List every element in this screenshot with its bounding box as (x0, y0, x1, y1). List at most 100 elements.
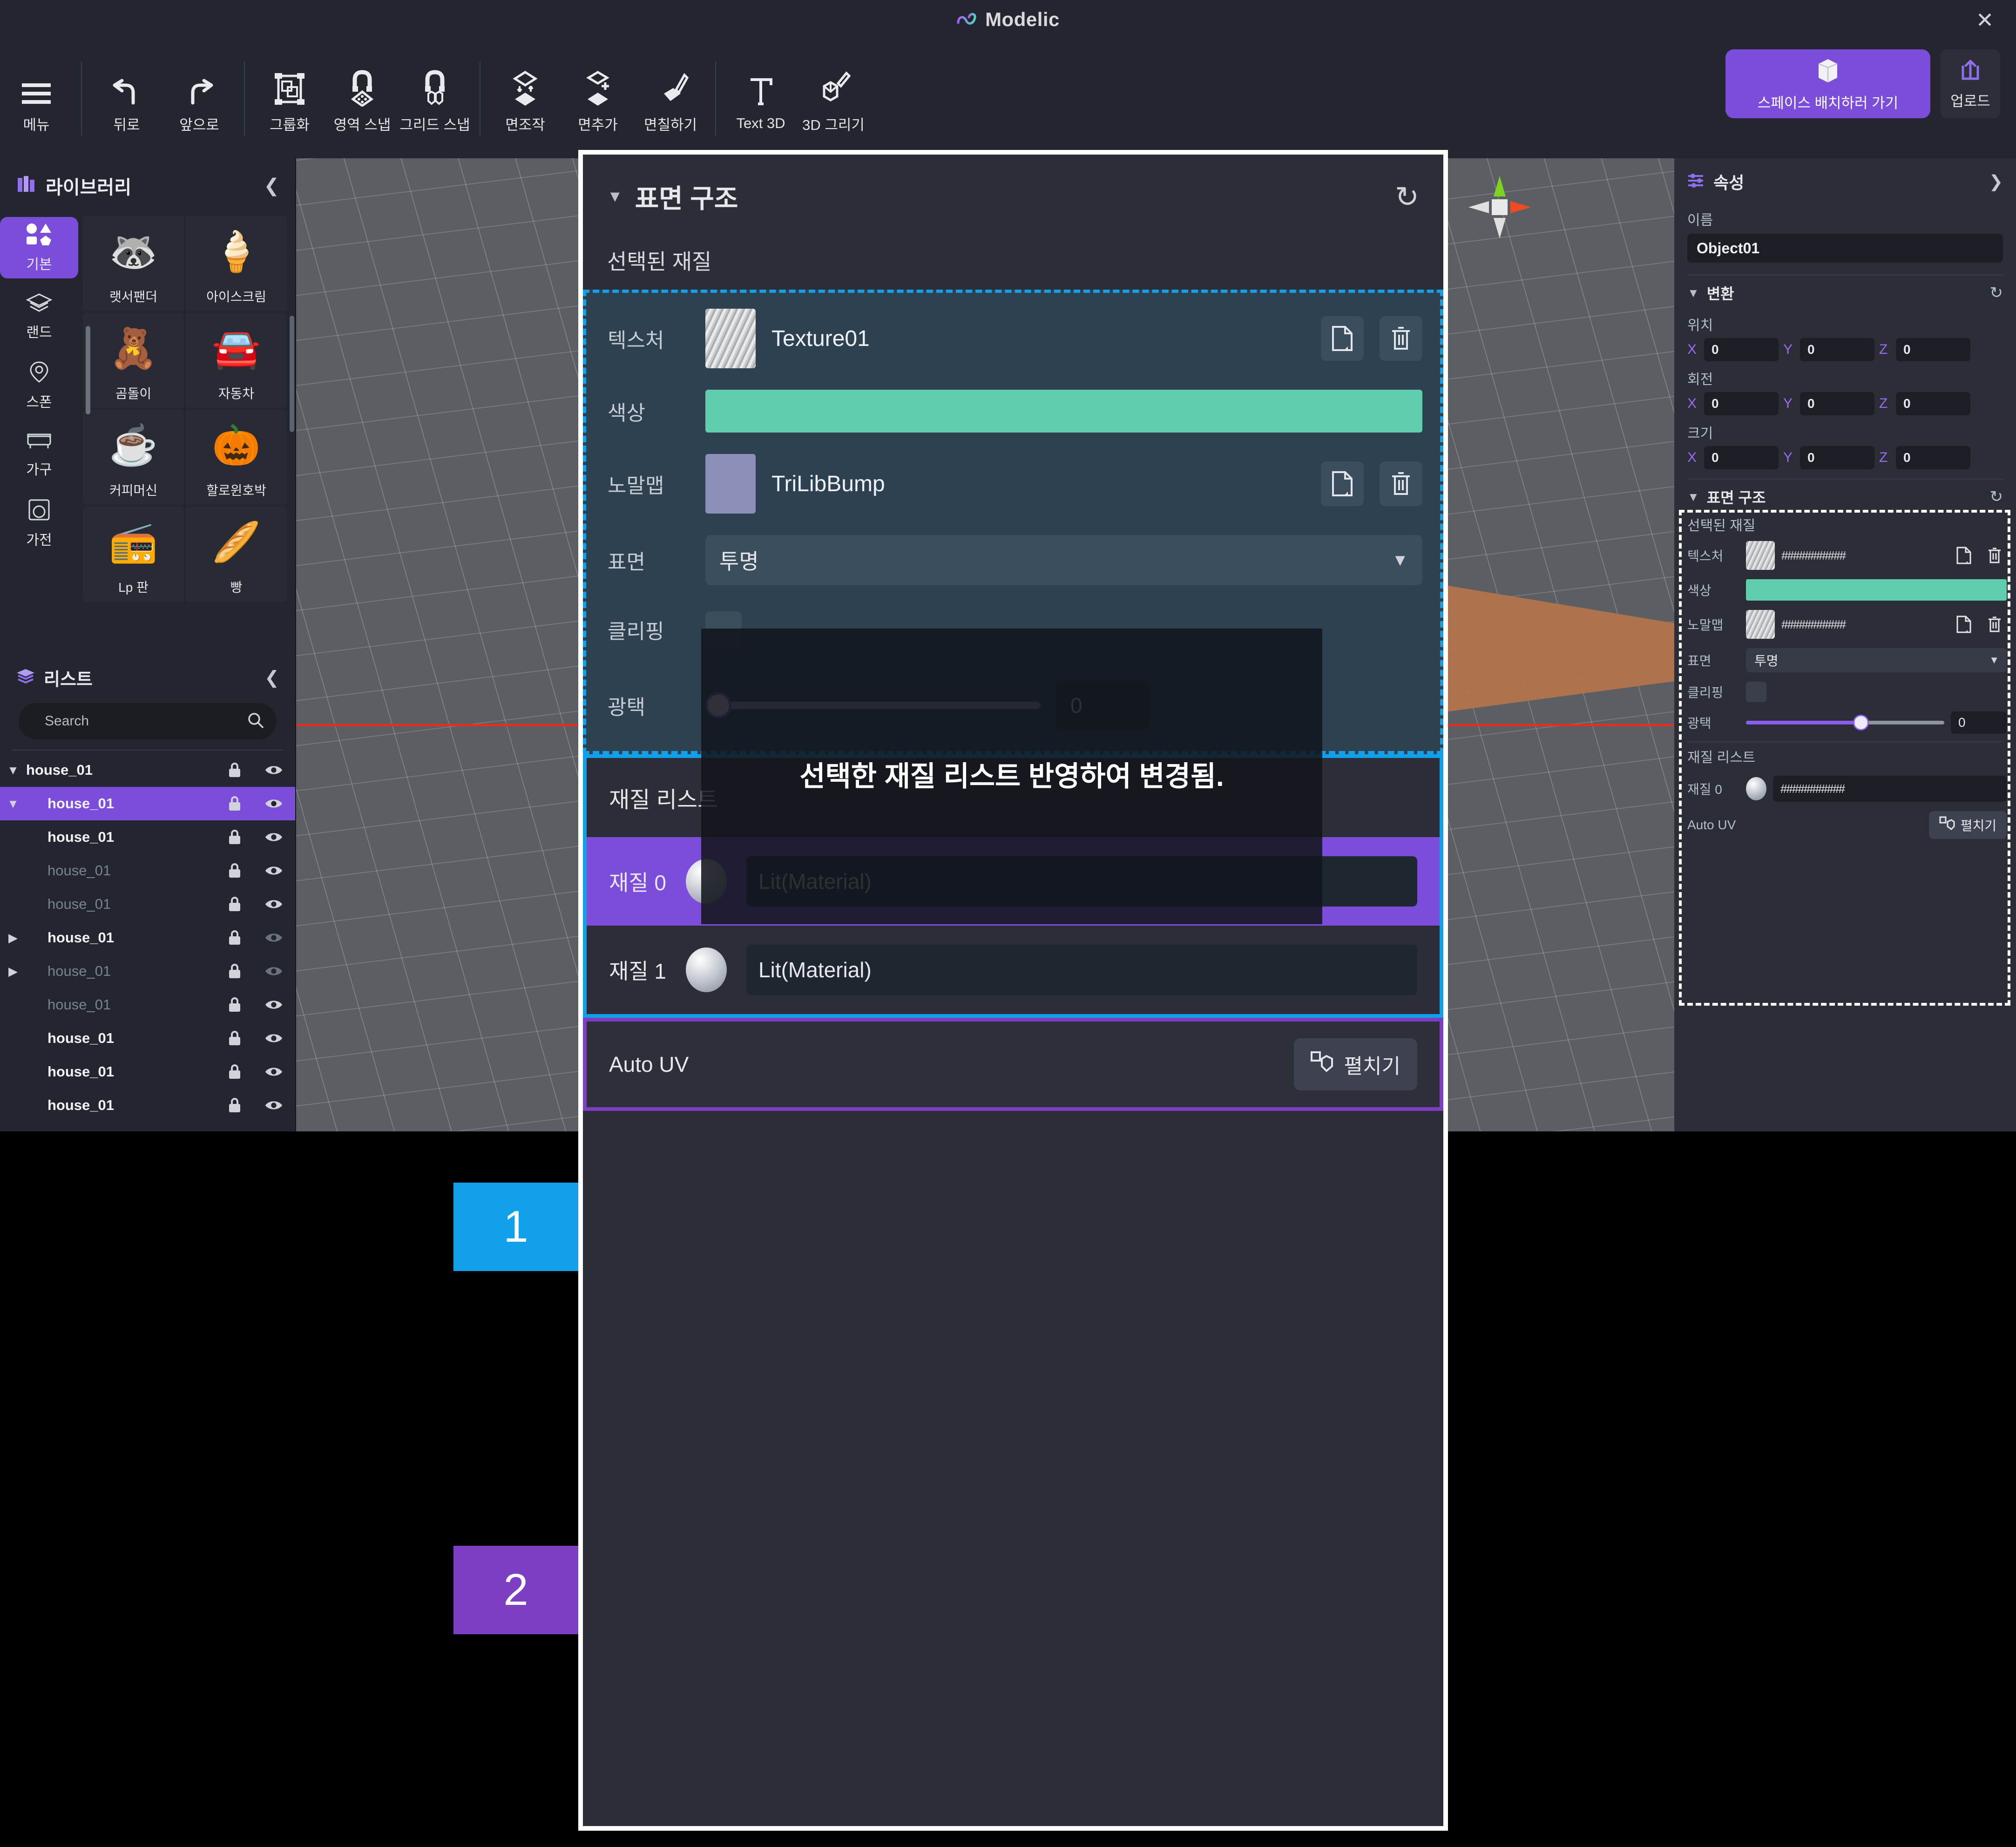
sidebar-item-appliance[interactable]: 가전 (0, 493, 78, 554)
close-icon[interactable]: ✕ (1971, 7, 1998, 34)
rotation-y-field[interactable]: 0 (1800, 392, 1874, 415)
scale-z-field[interactable]: 0 (1896, 446, 1970, 469)
toolbar-button-face-add[interactable]: 면추가 (562, 52, 634, 145)
table-row[interactable]: house_01 (0, 1022, 295, 1055)
lock-icon[interactable] (225, 862, 244, 879)
surface-reset-refresh-icon[interactable]: ↻ (1990, 487, 2003, 506)
toolbar-button-undo[interactable]: 뒤로 (90, 52, 163, 145)
dialog-unwrap-button[interactable]: 펼치기 (1293, 1038, 1417, 1090)
color-swatch[interactable] (1746, 579, 2007, 601)
table-row[interactable]: ▼ house_01 (0, 787, 295, 820)
library-asset[interactable]: 📻 Lp 판 (83, 507, 184, 602)
table-row[interactable]: house_01 (0, 887, 295, 921)
dialog-material-1-value[interactable]: Lit(Material) (746, 945, 1417, 995)
dialog-surface-type-select[interactable]: 투명 ▼ (705, 535, 1422, 585)
dialog-color-swatch[interactable] (705, 390, 1422, 433)
normalmap-trash-icon[interactable] (1982, 612, 2007, 636)
library-collapse-chevron-left-icon[interactable]: ❮ (264, 175, 279, 196)
library-asset[interactable]: 🦝 랫서팬더 (83, 216, 184, 311)
lock-icon[interactable] (225, 896, 244, 913)
position-z-field[interactable]: 0 (1896, 338, 1970, 361)
table-row[interactable]: house_01 (0, 820, 295, 854)
transform-reset-refresh-icon[interactable]: ↻ (1990, 284, 2003, 302)
dialog-material-row-1[interactable]: 재질 1 Lit(Material) (587, 926, 1440, 1014)
lock-icon[interactable] (225, 996, 244, 1013)
object-list-collapse-chevron-left-icon[interactable]: ❮ (264, 667, 279, 688)
dialog-texture-file-open-icon[interactable] (1321, 316, 1364, 361)
sidebar-item-spawn[interactable]: 스폰 (0, 355, 78, 416)
table-row[interactable]: ▼ house_01 (0, 753, 295, 787)
eye-icon[interactable] (264, 797, 283, 810)
eye-icon[interactable] (264, 1099, 283, 1112)
position-x-field[interactable]: 0 (1704, 338, 1779, 361)
search-input[interactable] (45, 713, 247, 729)
library-scrollbar[interactable] (290, 316, 294, 432)
table-row[interactable]: ▶ house_01 (0, 921, 295, 954)
sidebar-item-furniture[interactable]: 가구 (0, 424, 78, 485)
eye-icon[interactable] (264, 831, 283, 844)
name-field[interactable]: Object01 (1687, 234, 2003, 263)
dialog-normalmap-file-open-icon[interactable] (1321, 461, 1364, 506)
lock-icon[interactable] (225, 762, 244, 778)
lock-icon[interactable] (225, 795, 244, 812)
eye-icon[interactable] (264, 1032, 283, 1045)
texture-thumbnail[interactable] (1746, 541, 1775, 570)
toolbar-button-redo[interactable]: 앞으로 (163, 52, 236, 145)
library-inner-scrollbar[interactable] (86, 326, 90, 414)
lock-icon[interactable] (225, 929, 244, 946)
material-0-value[interactable]: ########### (1773, 776, 2007, 802)
search-box[interactable] (19, 703, 277, 739)
library-asset[interactable]: 🍦 아이스크림 (186, 216, 287, 311)
library-asset[interactable]: 🚘 자동차 (186, 313, 287, 408)
tree-twisty-icon[interactable]: ▼ (0, 763, 26, 778)
gloss-slider[interactable] (1746, 712, 1944, 733)
material-0-row[interactable]: 재질 0 ########### (1674, 771, 2016, 806)
lock-icon[interactable] (225, 1097, 244, 1114)
eye-icon[interactable] (264, 898, 283, 911)
go-to-space-button[interactable]: 스페이스 배치하러 가기 (1725, 49, 1930, 118)
properties-expand-chevron-right-icon[interactable]: ❯ (1989, 172, 2003, 191)
table-row[interactable]: house_01 (0, 988, 295, 1022)
tree-twisty-icon[interactable]: ▶ (0, 964, 26, 979)
table-row[interactable]: house_01 (0, 1089, 295, 1122)
eye-icon[interactable] (264, 764, 283, 777)
eye-icon[interactable] (264, 998, 283, 1011)
scale-y-field[interactable]: 0 (1800, 446, 1874, 469)
lock-icon[interactable] (225, 1063, 244, 1080)
sidebar-item-basic[interactable]: 기본 (0, 217, 78, 278)
sidebar-item-land[interactable]: 랜드 (0, 286, 78, 347)
toolbar-button-menu[interactable]: 메뉴 (0, 52, 73, 145)
texture-file-open-icon[interactable] (1952, 543, 1976, 568)
rotation-x-field[interactable]: 0 (1704, 392, 1779, 415)
toolbar-button-group[interactable]: 그룹화 (253, 52, 326, 145)
rotation-z-field[interactable]: 0 (1896, 392, 1970, 415)
dialog-normalmap-trash-icon[interactable] (1380, 461, 1422, 506)
upload-button[interactable]: 업로드 (1941, 49, 2000, 118)
texture-trash-icon[interactable] (1982, 543, 2007, 568)
library-asset[interactable]: 🧸 곰돌이 (83, 313, 184, 408)
dialog-header[interactable]: ▼ 표면 구조 ↻ (583, 155, 1443, 238)
dialog-normalmap-thumbnail[interactable] (705, 454, 756, 514)
search-icon[interactable] (247, 711, 264, 731)
dialog-texture-trash-icon[interactable] (1380, 316, 1422, 361)
toolbar-button-area-snap[interactable]: 영역 스냅 (326, 52, 399, 145)
eye-icon[interactable] (264, 931, 283, 944)
toolbar-button-grid-snap[interactable]: 그리드 스냅 (399, 52, 471, 145)
scale-x-field[interactable]: 0 (1704, 446, 1779, 469)
table-row[interactable]: house_01 (0, 854, 295, 887)
gloss-value-field[interactable]: 0 (1951, 711, 2007, 734)
eye-icon[interactable] (264, 1065, 283, 1078)
table-row[interactable]: house_01 (0, 1055, 295, 1089)
library-asset[interactable]: 🥖 빵 (186, 507, 287, 602)
lock-icon[interactable] (225, 829, 244, 846)
eye-icon[interactable] (264, 864, 283, 877)
toolbar-button-face-paint[interactable]: 면칠하기 (634, 52, 707, 145)
library-asset[interactable]: 🎃 할로윈호박 (186, 410, 287, 505)
normalmap-thumbnail[interactable] (1746, 610, 1775, 639)
gloss-slider-knob[interactable] (1853, 715, 1869, 731)
lock-icon[interactable] (225, 1030, 244, 1047)
library-asset[interactable]: ☕ 커피머신 (83, 410, 184, 505)
normalmap-file-open-icon[interactable] (1952, 612, 1976, 636)
dialog-texture-thumbnail[interactable] (705, 309, 756, 368)
position-y-field[interactable]: 0 (1800, 338, 1874, 361)
